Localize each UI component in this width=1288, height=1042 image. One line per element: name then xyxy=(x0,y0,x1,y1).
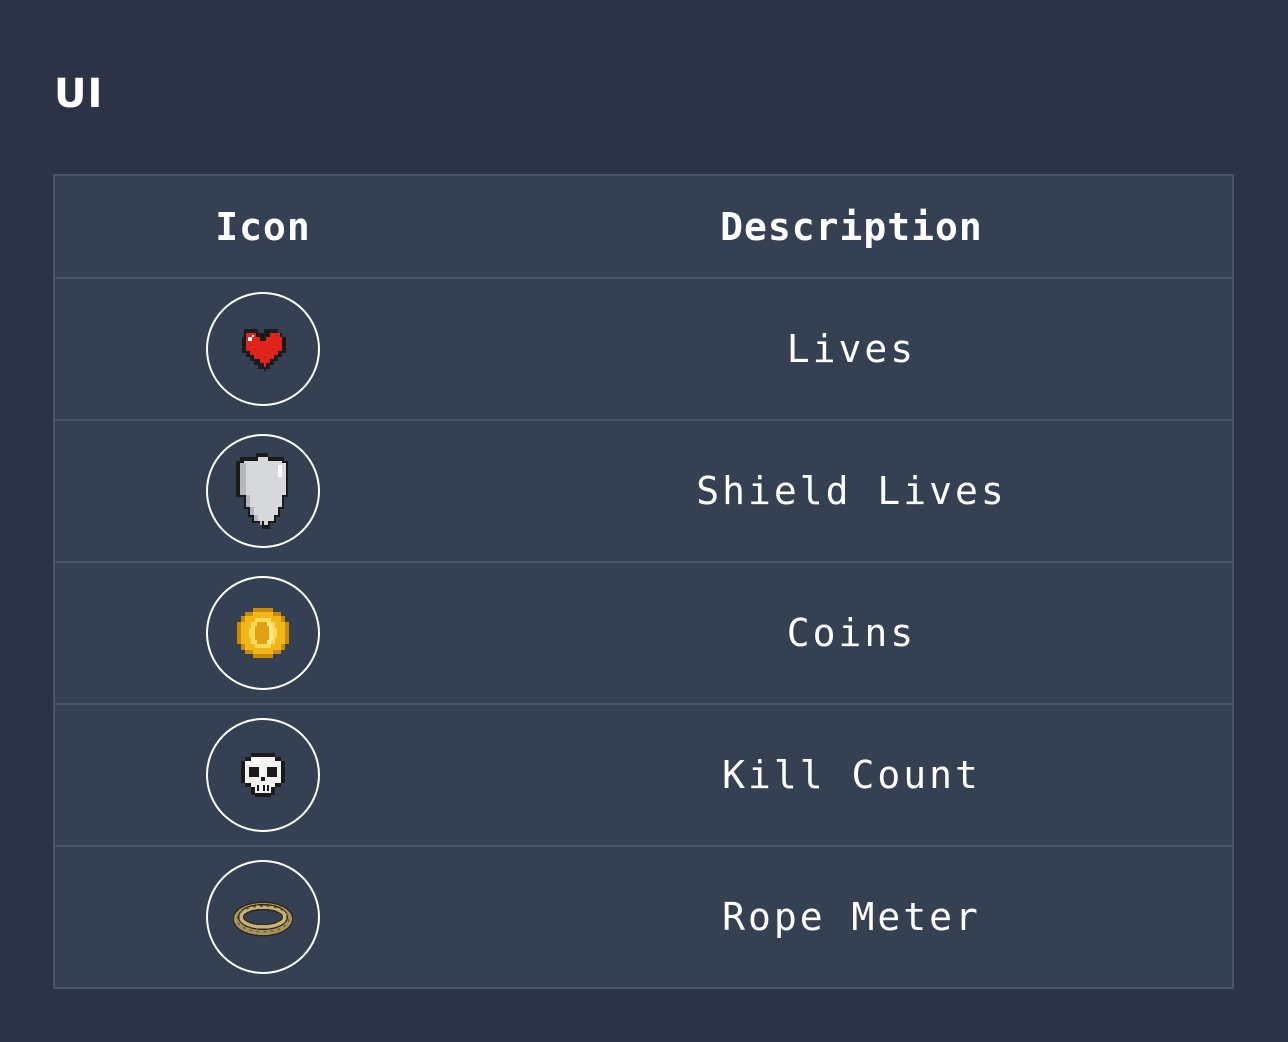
icon-frame xyxy=(206,576,320,690)
coin-icon xyxy=(237,608,289,658)
icon-legend-table: Icon Description Lives Shield Lives Coin… xyxy=(53,174,1234,989)
icon-column-header: Icon xyxy=(54,175,471,279)
description-cell: Kill Count xyxy=(471,703,1233,846)
icon-frame xyxy=(206,860,320,974)
table-row: Kill Count xyxy=(54,703,1233,846)
description-cell: Shield Lives xyxy=(471,419,1233,562)
icon-cell xyxy=(54,845,471,988)
skull-icon xyxy=(241,753,285,797)
shield-icon xyxy=(236,453,288,529)
icon-frame xyxy=(206,718,320,832)
description-cell: Coins xyxy=(471,561,1233,704)
icon-frame xyxy=(206,292,320,406)
table-row: Shield Lives xyxy=(54,419,1233,562)
description-cell: Rope Meter xyxy=(471,845,1233,988)
table-row: Coins xyxy=(54,561,1233,704)
description-cell: Lives xyxy=(786,327,917,371)
page-title: UI xyxy=(54,71,104,117)
table-row: Rope Meter xyxy=(54,845,1233,988)
icon-cell xyxy=(54,278,471,420)
icon-cell xyxy=(54,419,471,562)
icon-cell xyxy=(54,703,471,846)
description-column-header: Description xyxy=(471,175,1233,279)
icon-cell xyxy=(54,561,471,704)
heart-icon xyxy=(242,329,286,371)
icon-frame xyxy=(206,434,320,548)
rope-icon xyxy=(233,901,293,937)
table-header-row: Icon Description xyxy=(54,175,1233,279)
table-row: Lives xyxy=(54,278,1233,420)
